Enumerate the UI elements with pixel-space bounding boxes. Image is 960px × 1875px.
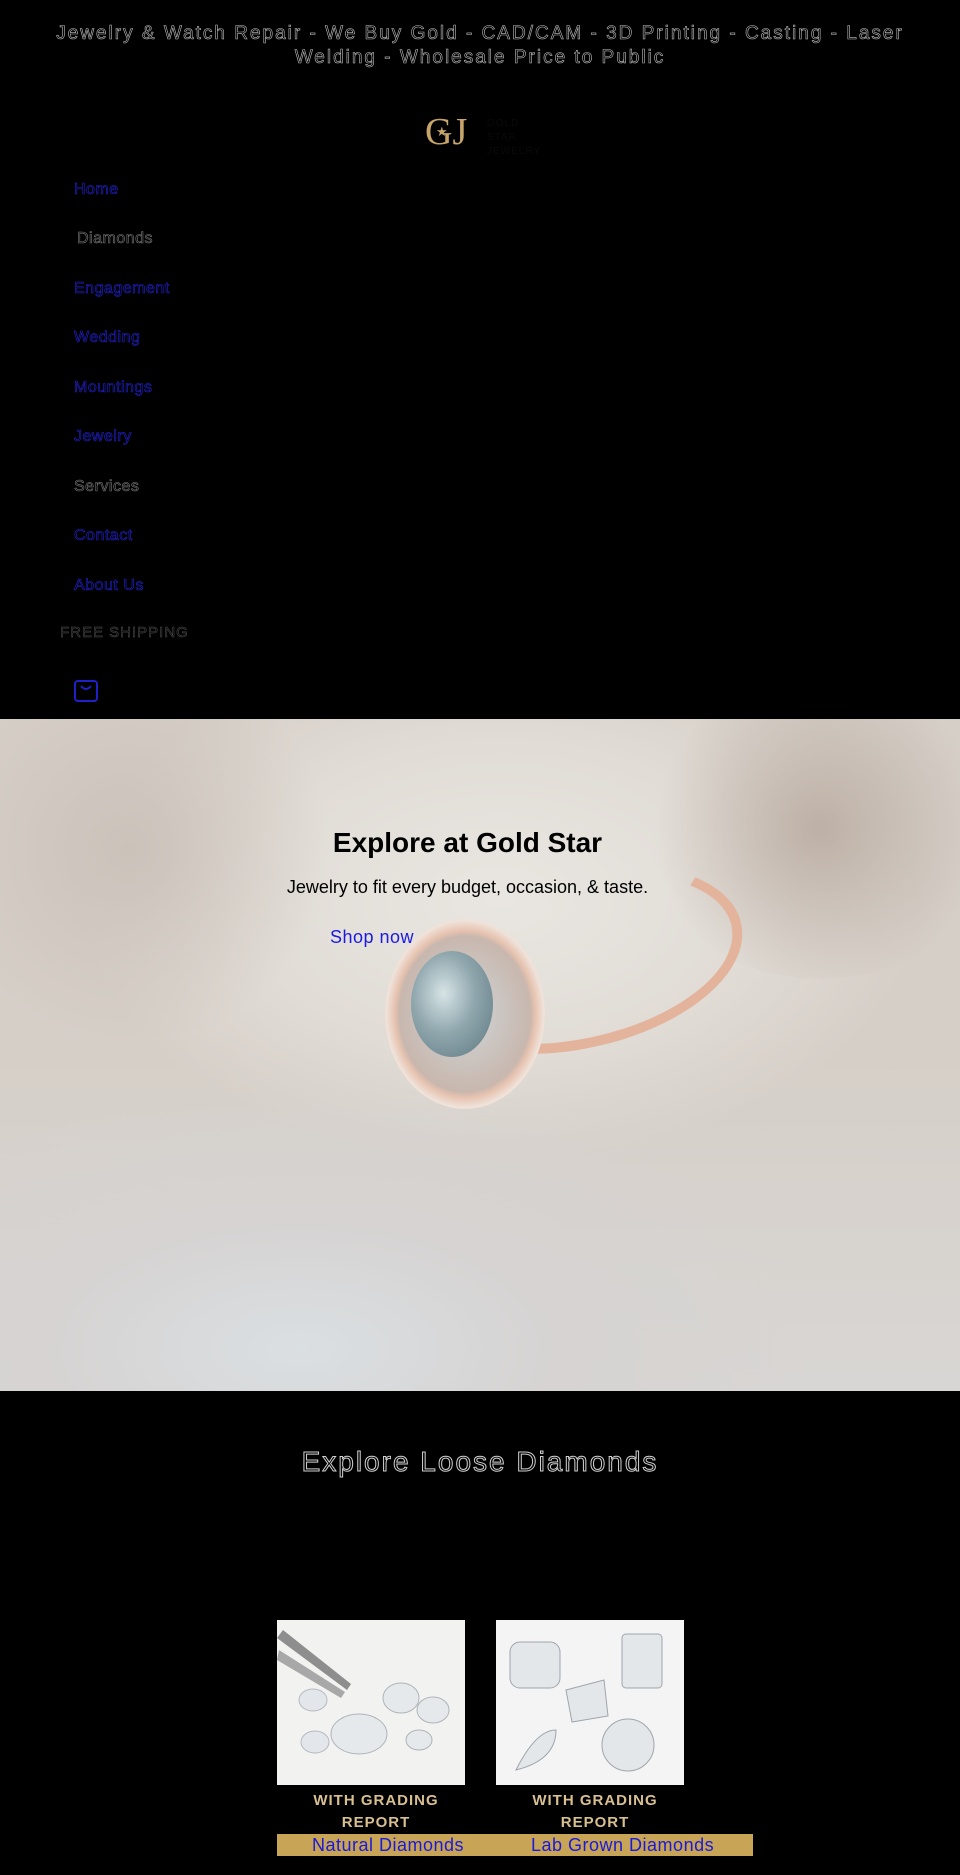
nav-item-mountings[interactable]: Mountings [74,379,152,397]
lab-grown-diamonds-image[interactable] [496,1620,684,1785]
natural-diamonds-image[interactable] [277,1620,465,1785]
shop-now-link[interactable]: Shop now [330,927,414,948]
nav-item-about-us[interactable]: About Us [74,577,144,595]
hero-banner: Explore at Gold Star Jewelry to fit ever… [0,719,960,1391]
ring-stone-image [411,951,493,1057]
announcement-bar: Jewelry & Watch Repair - We Buy Gold - C… [56,23,904,69]
card-label-lab-grown: WITH GRADING REPORT [532,1792,658,1831]
loose-diamonds-title: Explore Loose Diamonds [301,1446,659,1478]
star-icon: ★ [436,124,448,139]
nav-item-diamonds[interactable]: Diamonds [77,230,153,248]
nav-item-contact[interactable]: Contact [74,527,133,545]
logo-line-1: GOLD STAR [487,118,520,143]
nav-item-home[interactable]: Home [74,181,119,199]
free-shipping-text: FREE SHIPPING [60,624,189,642]
shopping-bag-icon[interactable] [73,675,99,703]
lab-grown-diamonds-link[interactable]: Lab Grown Diamonds [531,1834,714,1856]
nav-item-services[interactable]: Services [74,478,139,496]
card-label-natural: WITH GRADING REPORT [313,1792,439,1831]
site-logo[interactable]: GJ ★ GOLD STAR JEWELRY [425,112,545,157]
nav-item-jewelry[interactable]: Jewelry [74,428,132,446]
natural-diamonds-link[interactable]: Natural Diamonds [312,1834,464,1856]
hero-title: Explore at Gold Star [332,827,603,858]
nav-item-engagement[interactable]: Engagement [74,280,170,298]
logo-text: GOLD STAR JEWELRY [487,117,545,159]
nav-item-wedding[interactable]: Wedding [74,329,140,347]
hero-subtitle: Jewelry to fit every budget, occasion, &… [286,877,649,897]
logo-line-2: JEWELRY [487,146,542,157]
